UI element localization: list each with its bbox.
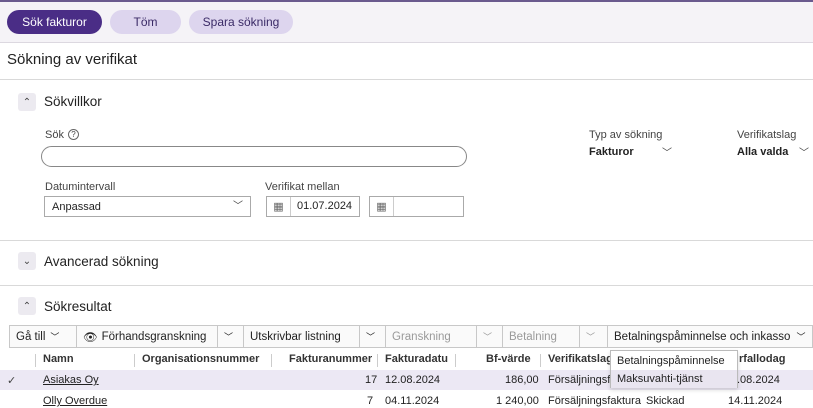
invoice-date-cell: 04.11.2024 (385, 395, 440, 407)
voucher-between-label: Verifikat mellan (265, 181, 340, 193)
results-section-title: Sökresultat (44, 299, 112, 314)
column-invoice-number[interactable]: Fakturanummer (289, 353, 372, 365)
menu-item-maksuvahti[interactable]: Maksuvahti-tjänst (611, 370, 737, 388)
customer-link[interactable]: Asiakas Oy (43, 374, 99, 386)
clear-button[interactable]: Töm (110, 10, 181, 34)
column-invoice-date[interactable]: Fakturadatu (385, 353, 448, 365)
go-to-button[interactable]: Gå till ﹀ (10, 326, 77, 347)
column-name[interactable]: Namn (43, 353, 74, 365)
chevron-down-icon: ﹀ (366, 332, 376, 342)
voucher-type-cell: Försäljningsf (548, 374, 611, 386)
chevron-down-icon: ﹀ (50, 332, 60, 342)
divider (0, 240, 813, 241)
divider (0, 285, 813, 286)
chevron-down-icon: ﹀ (483, 332, 493, 342)
date-interval-select[interactable]: Anpassad (44, 196, 251, 217)
chevron-down-icon: ﹀ (586, 332, 596, 342)
search-type-label: Typ av sökning (589, 129, 663, 141)
value-cell: 186,00 (505, 374, 539, 386)
column-value[interactable]: Bf-värde (486, 353, 531, 365)
due-date-cell: .08.2024 (737, 374, 780, 386)
results-toolbar: Gå till ﹀ 👁 Förhandsgranskning ﹀ Utskrivba… (9, 325, 813, 348)
calendar-icon[interactable]: ▦ (370, 197, 394, 216)
printable-menu-button[interactable]: ﹀ (359, 326, 386, 347)
chevron-down-icon: ﹀ (224, 332, 234, 342)
search-input[interactable] (41, 146, 467, 167)
top-action-bar: Sök fakturor Töm Spara sökning (0, 0, 813, 43)
search-label: Sök? (45, 129, 79, 141)
help-icon[interactable]: ? (67, 129, 79, 140)
page-title: Sökning av verifikat (7, 51, 138, 68)
invoice-number-cell: 7 (367, 395, 374, 407)
invoice-date-cell: 12.08.2024 (385, 374, 441, 386)
chevron-down-icon[interactable]: ﹀ (799, 144, 809, 159)
save-search-button[interactable]: Spara sökning (189, 10, 293, 34)
chevron-down-icon: ﹀ (233, 201, 243, 212)
preview-menu-button[interactable]: ﹀ (217, 326, 244, 347)
status-cell: Skickad (646, 395, 685, 407)
table-row[interactable]: Olly Overdue 7 04.11.2024 1 240,00 Försä… (0, 391, 813, 408)
column-voucher-type[interactable]: Verifikatslag (548, 353, 613, 365)
column-org-number[interactable]: Organisationsnummer (142, 353, 259, 365)
due-date-cell: 14.11.2024 (728, 395, 783, 407)
voucher-type-select[interactable]: Alla valda (737, 146, 788, 158)
menu-item-payment-reminder[interactable]: Betalningspåminnelse (611, 352, 737, 370)
collapse-criteria-icon[interactable]: ⌃ (18, 93, 36, 111)
payment-menu-button[interactable]: ﹀ (579, 326, 608, 347)
voucher-type-cell: Försäljningsfaktura (548, 395, 641, 407)
review-button[interactable]: Granskning (386, 326, 476, 347)
divider (0, 79, 813, 80)
criteria-section-title: Sökvillkor (44, 94, 102, 109)
date-from-input[interactable]: ▦ 01.07.2024 (266, 196, 360, 217)
calendar-icon[interactable]: ▦ (267, 197, 291, 216)
collapse-results-icon[interactable]: ⌃ (18, 297, 36, 315)
customer-link[interactable]: Olly Overdue (43, 395, 107, 407)
invoice-number-cell: 17 (365, 374, 378, 386)
reminder-button[interactable]: Betalningspåminnelse och inkasso ﹀ (608, 326, 813, 347)
chevron-down-icon[interactable]: ﹀ (662, 144, 672, 159)
voucher-type-label: Verifikatslag (737, 129, 797, 141)
value-cell: 1 240,00 (496, 395, 539, 407)
date-interval-label: Datumintervall (45, 181, 116, 193)
review-menu-button[interactable]: ﹀ (476, 326, 503, 347)
payment-button[interactable]: Betalning (503, 326, 579, 347)
column-due-date[interactable]: rfallodag (739, 353, 785, 365)
eye-icon: 👁 (83, 331, 98, 344)
date-to-input[interactable]: ▦ (369, 196, 464, 217)
preview-button[interactable]: 👁 Förhandsgranskning (77, 326, 217, 347)
chevron-down-icon: ﹀ (796, 332, 806, 342)
check-icon: ✓ (7, 375, 17, 387)
printable-list-button[interactable]: Utskrivbar listning (244, 326, 359, 347)
search-invoices-button[interactable]: Sök fakturor (7, 10, 102, 34)
advanced-section-title: Avancerad sökning (44, 254, 159, 269)
reminder-dropdown-menu: Betalningspåminnelse Maksuvahti-tjänst (610, 350, 738, 388)
search-type-select[interactable]: Fakturor (589, 146, 634, 158)
expand-advanced-icon[interactable]: ⌄ (18, 252, 36, 270)
